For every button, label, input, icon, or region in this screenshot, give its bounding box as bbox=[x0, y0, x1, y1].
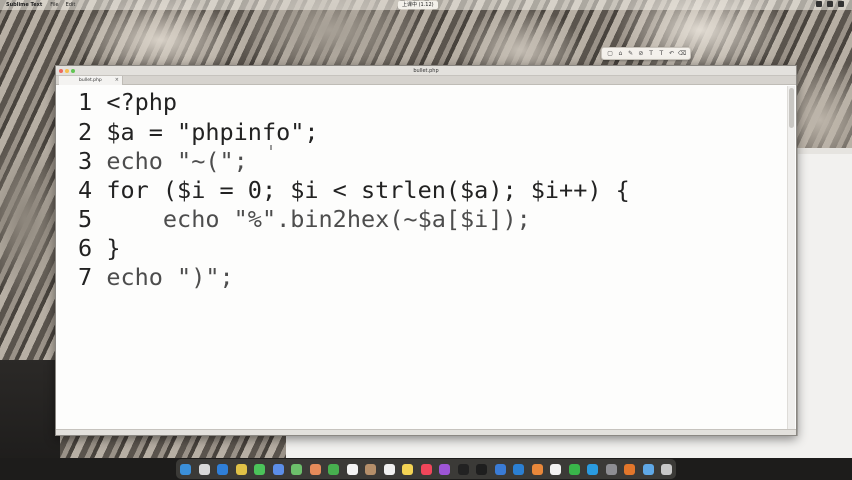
line-code[interactable]: echo "%".bin2hex(~$a[$i]); bbox=[106, 205, 531, 233]
line-code[interactable]: for ($i = 0; $i < strlen($a); $i++) { bbox=[106, 176, 629, 204]
line-code[interactable]: echo ")"; bbox=[106, 263, 233, 291]
textedit-icon[interactable] bbox=[550, 463, 561, 475]
line-number: 2 bbox=[78, 118, 93, 146]
line-number: 7 bbox=[78, 263, 93, 291]
clear-tool-icon[interactable]: ⌫ bbox=[678, 50, 686, 58]
status-bar bbox=[56, 429, 796, 435]
tab-label: bullet.php bbox=[79, 78, 102, 83]
recording-indicator[interactable]: 上课中 (1.12) bbox=[398, 1, 438, 9]
qq-icon[interactable] bbox=[587, 463, 598, 475]
trash-icon[interactable] bbox=[661, 463, 672, 475]
folder-icon[interactable] bbox=[642, 463, 654, 475]
background-window-tabbar bbox=[798, 148, 852, 154]
pen-tool-icon[interactable]: ✎ bbox=[627, 50, 635, 58]
finder-icon[interactable] bbox=[180, 463, 191, 475]
undo-tool-icon[interactable]: ↶ bbox=[668, 50, 676, 58]
burp-icon[interactable] bbox=[624, 463, 635, 475]
sublime-icon[interactable] bbox=[531, 463, 543, 475]
code-line[interactable]: 4 for ($i = 0; $i < strlen($a); $i++) { bbox=[78, 175, 630, 205]
window-title: bullet.php bbox=[413, 68, 439, 74]
line-code[interactable]: $a = "phpinfo"; bbox=[106, 118, 318, 146]
eraser-tool-icon[interactable]: ⊘ bbox=[637, 50, 645, 58]
maps-icon[interactable] bbox=[291, 463, 302, 475]
code-line[interactable]: 3 echo "~("; bbox=[78, 146, 248, 176]
status-icons bbox=[816, 1, 844, 7]
terminal-icon[interactable] bbox=[476, 463, 487, 475]
annotation-toolbar: ▢ ⌂ ✎ ⊘ T T ↶ ⌫ bbox=[601, 47, 691, 60]
line-number: 5 bbox=[78, 205, 93, 233]
tab-bullet-php[interactable]: bullet.php × bbox=[59, 76, 123, 85]
reminders-icon[interactable] bbox=[383, 463, 395, 475]
notes-icon[interactable] bbox=[402, 463, 413, 475]
control-center-icon[interactable] bbox=[838, 1, 844, 7]
settings-icon[interactable] bbox=[605, 463, 617, 475]
code-line[interactable]: 7 echo ")"; bbox=[78, 262, 234, 292]
menu-app-name[interactable]: Sublime Text bbox=[6, 2, 42, 8]
code-line[interactable]: 1 <?php bbox=[78, 87, 177, 117]
photos-icon[interactable] bbox=[309, 463, 321, 475]
launchpad-icon[interactable] bbox=[198, 463, 210, 475]
line-code[interactable]: echo "~("; bbox=[106, 147, 247, 175]
tv-icon[interactable] bbox=[457, 463, 469, 475]
wifi-icon[interactable] bbox=[816, 1, 822, 7]
line-number: 4 bbox=[78, 176, 93, 204]
scrollbar-thumb[interactable] bbox=[789, 88, 794, 128]
battery-icon[interactable] bbox=[827, 1, 833, 7]
tab-bar: bullet.php × bbox=[56, 76, 796, 85]
mouse-cursor bbox=[270, 145, 272, 150]
facetime-icon[interactable] bbox=[328, 463, 339, 475]
rectangle-tool-icon[interactable]: ▢ bbox=[606, 50, 614, 58]
mail-icon[interactable] bbox=[272, 463, 284, 475]
wechat-icon[interactable] bbox=[568, 463, 580, 475]
line-number: 1 bbox=[78, 88, 93, 116]
code-editor[interactable]: 1 <?php 2 $a = "phpinfo"; 3 echo "~("; 4… bbox=[56, 85, 796, 435]
vertical-scrollbar[interactable] bbox=[787, 86, 795, 434]
code-line[interactable]: 6 } bbox=[78, 233, 120, 263]
window-titlebar[interactable]: bullet.php bbox=[56, 66, 796, 76]
line-number: 3 bbox=[78, 147, 93, 175]
code-line[interactable]: 2 $a = "phpinfo"; bbox=[78, 117, 319, 147]
music-icon[interactable] bbox=[420, 463, 432, 475]
background-window[interactable] bbox=[797, 148, 852, 443]
podcasts-icon[interactable] bbox=[439, 463, 450, 475]
line-code[interactable]: } bbox=[106, 234, 120, 262]
text-tool-icon[interactable]: T bbox=[647, 50, 655, 58]
shape-tool-icon[interactable]: ⌂ bbox=[616, 50, 624, 58]
menu-bar: Sublime Text File Edit 上课中 (1.12) bbox=[0, 0, 852, 10]
close-tab-icon[interactable]: × bbox=[115, 76, 119, 85]
text-size-tool-icon[interactable]: T bbox=[657, 50, 665, 58]
xcode-icon[interactable] bbox=[494, 463, 506, 475]
editor-window: bullet.php bullet.php × 1 <?php 2 $a = "… bbox=[55, 65, 797, 436]
calendar-icon[interactable] bbox=[346, 463, 358, 475]
menu-item-edit[interactable]: Edit bbox=[66, 2, 76, 8]
line-number: 6 bbox=[78, 234, 93, 262]
vscode-icon[interactable] bbox=[513, 463, 524, 475]
line-code[interactable]: <?php bbox=[106, 88, 177, 116]
code-line[interactable]: 5 echo "%".bin2hex(~$a[$i]); bbox=[78, 204, 531, 234]
messages-icon[interactable] bbox=[254, 463, 265, 475]
chrome-icon[interactable] bbox=[235, 463, 247, 475]
menu-item-file[interactable]: File bbox=[50, 2, 58, 8]
dock bbox=[176, 459, 676, 479]
contacts-icon[interactable] bbox=[365, 463, 376, 475]
safari-icon[interactable] bbox=[217, 463, 228, 475]
background-window-lower[interactable] bbox=[286, 436, 852, 458]
